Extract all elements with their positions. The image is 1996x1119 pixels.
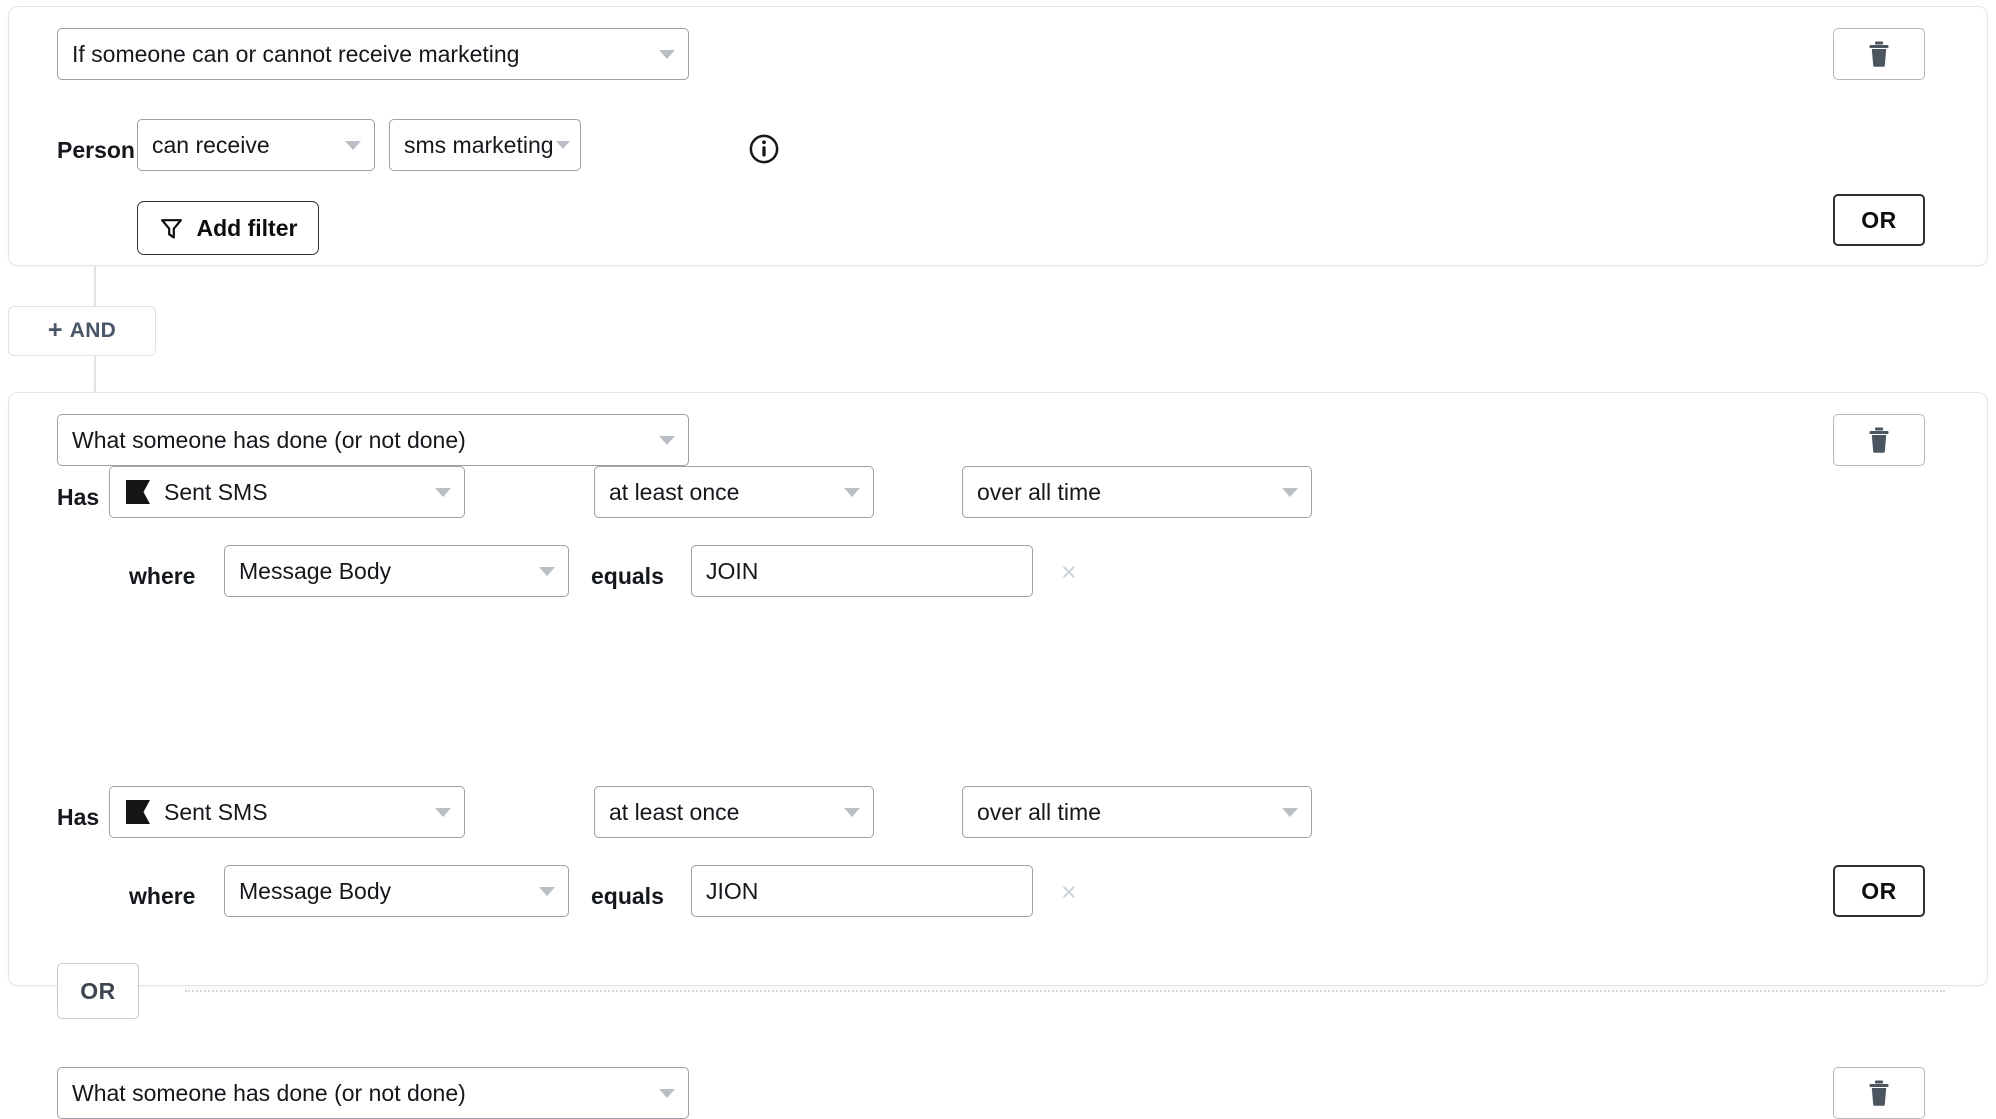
info-circle-icon[interactable] <box>749 134 779 164</box>
frequency-select-1-value: at least once <box>609 478 740 505</box>
condition-type-select-1-value: If someone can or cannot receive marketi… <box>72 40 520 67</box>
operator-label-2: equals <box>591 883 664 909</box>
condition-type-select-2[interactable]: What someone has done (or not done) <box>57 414 689 466</box>
trash-icon <box>1869 427 1889 453</box>
operator-label-1: equals <box>591 563 664 589</box>
value-input-2[interactable]: JION <box>691 865 1033 917</box>
metric-select-2[interactable]: Sent SMS <box>109 786 465 838</box>
close-icon: × <box>1061 877 1077 907</box>
delete-condition-button-1[interactable] <box>1833 28 1925 80</box>
or-divider-button[interactable]: OR <box>57 963 139 1019</box>
chevron-down-icon <box>1282 807 1298 817</box>
has-prefix-label-2: Has <box>57 804 100 830</box>
chevron-down-icon <box>844 487 860 497</box>
and-button-label: AND <box>69 319 117 342</box>
condition-card-2: What someone has done (or not done) Has … <box>8 392 1988 1119</box>
metric-select-1[interactable]: Sent SMS <box>109 466 465 518</box>
property-select-2[interactable]: Message Body <box>224 865 569 917</box>
condition-type-select-3[interactable]: What someone has done (or not done) <box>57 1067 689 1119</box>
add-filter-button[interactable]: Add filter <box>137 201 319 255</box>
value-input-1-value: JOIN <box>706 557 759 584</box>
channel-select-value: sms marketing <box>404 131 554 158</box>
clear-value-button-1[interactable]: × <box>1061 559 1077 586</box>
connector-line-top <box>94 266 96 308</box>
channel-select[interactable]: sms marketing <box>389 119 581 171</box>
klaviyo-flag-icon <box>126 800 150 824</box>
chevron-down-icon <box>556 141 570 149</box>
chevron-down-icon <box>539 886 555 896</box>
timeframe-select-2[interactable]: over all time <box>962 786 1312 838</box>
clear-value-button-2[interactable]: × <box>1061 879 1077 906</box>
consent-select-value: can receive <box>152 131 270 158</box>
or-divider-label: OR <box>80 977 116 1004</box>
filter-icon <box>160 218 182 239</box>
frequency-select-2[interactable]: at least once <box>594 786 874 838</box>
klaviyo-flag-icon <box>126 480 150 504</box>
timeframe-select-1[interactable]: over all time <box>962 466 1312 518</box>
chevron-down-icon <box>345 140 361 150</box>
group-or-button-2-label: OR <box>1861 877 1897 904</box>
timeframe-select-1-value: over all time <box>977 478 1101 505</box>
value-input-2-value: JION <box>706 877 759 904</box>
add-filter-label: Add filter <box>196 214 298 241</box>
add-and-condition-button[interactable]: + AND <box>8 306 156 356</box>
property-select-2-value: Message Body <box>239 877 392 904</box>
where-label-1: where <box>129 563 196 589</box>
timeframe-select-2-value: over all time <box>977 798 1101 825</box>
property-select-1[interactable]: Message Body <box>224 545 569 597</box>
close-icon: × <box>1061 557 1077 587</box>
connector-line-bottom <box>94 352 96 394</box>
plus-icon: + <box>47 315 63 344</box>
consent-select[interactable]: can receive <box>137 119 375 171</box>
condition-type-select-2-value: What someone has done (or not done) <box>72 426 466 453</box>
chevron-down-icon <box>659 1088 675 1098</box>
group-or-button-1-label: OR <box>1861 206 1897 233</box>
delete-condition-button-3[interactable] <box>1833 1067 1925 1119</box>
property-select-1-value: Message Body <box>239 557 392 584</box>
condition-type-select-3-value: What someone has done (or not done) <box>72 1079 466 1106</box>
chevron-down-icon <box>1282 487 1298 497</box>
chevron-down-icon <box>539 566 555 576</box>
person-prefix-label: Person <box>57 137 135 163</box>
metric-select-2-value: Sent SMS <box>164 798 268 825</box>
frequency-select-1[interactable]: at least once <box>594 466 874 518</box>
condition-type-select-1[interactable]: If someone can or cannot receive marketi… <box>57 28 689 80</box>
group-or-button-1[interactable]: OR <box>1833 194 1925 246</box>
chevron-down-icon <box>435 807 451 817</box>
trash-icon <box>1869 41 1889 67</box>
value-input-1[interactable]: JOIN <box>691 545 1033 597</box>
trash-icon <box>1869 1080 1889 1106</box>
group-or-button-2[interactable]: OR <box>1833 865 1925 917</box>
frequency-select-2-value: at least once <box>609 798 740 825</box>
chevron-down-icon <box>659 49 675 59</box>
delete-condition-button-2[interactable] <box>1833 414 1925 466</box>
chevron-down-icon <box>435 487 451 497</box>
metric-select-1-value: Sent SMS <box>164 478 268 505</box>
has-prefix-label-1: Has <box>57 484 100 510</box>
chevron-down-icon <box>844 807 860 817</box>
chevron-down-icon <box>659 435 675 445</box>
condition-card-1: If someone can or cannot receive marketi… <box>8 6 1988 266</box>
where-label-2: where <box>129 883 196 909</box>
